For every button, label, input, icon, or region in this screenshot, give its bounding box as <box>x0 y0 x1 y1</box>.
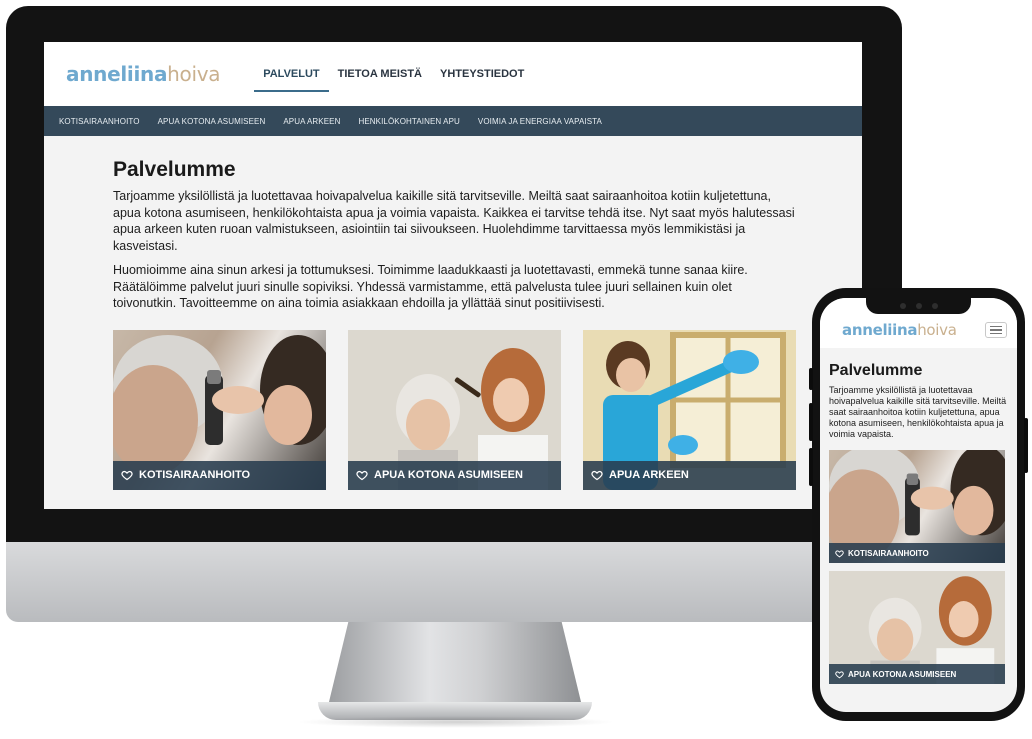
intro-paragraph-1: Tarjoamme yksilöllistä ja luotettavaa ho… <box>113 189 795 253</box>
nav-item-tietoa-meista[interactable]: TIETOA MEISTÄ <box>329 42 431 106</box>
heart-outline-icon <box>835 549 844 557</box>
phone-notch <box>866 298 971 314</box>
nav-item-yhteystiedot[interactable]: YHTEYSTIEDOT <box>431 42 533 106</box>
card-label: KOTISAIRAANHOITO <box>848 548 929 558</box>
card-label: KOTISAIRAANHOITO <box>139 469 251 481</box>
card-label: APUA ARKEEN <box>609 469 689 481</box>
logo-part-2: hoiva <box>167 62 221 86</box>
logo-part-1: anneliina <box>66 62 168 86</box>
mobile-main: Palvelumme Tarjoamme yksilöllistä ja luo… <box>820 348 1017 684</box>
phone-volume-down-button <box>809 448 813 486</box>
intro-paragraph: Tarjoamme yksilöllistä ja luotettavaa ho… <box>829 385 1007 439</box>
imac-shadow <box>296 716 616 728</box>
nav-item-palvelut[interactable]: PALVELUT <box>254 42 330 106</box>
subnav-item-henkilokohtainen-apu[interactable]: HENKILÖKOHTAINEN APU <box>358 117 459 126</box>
hamburger-line <box>990 332 1002 335</box>
card-label: APUA KOTONA ASUMISEEN <box>374 469 523 481</box>
subnav-item-voimia-ja-energiaa[interactable]: VOIMIA JA ENERGIAA VAPAISTA <box>478 117 602 126</box>
subnav-item-apua-kotona-asumiseen[interactable]: APUA KOTONA ASUMISEEN <box>158 117 266 126</box>
intro-paragraph-2: Huomioimme aina sinun arkesi ja tottumuk… <box>113 263 748 310</box>
card-label: APUA KOTONA ASUMISEEN <box>848 669 957 679</box>
subnav-item-apua-arkeen[interactable]: APUA ARKEEN <box>283 117 340 126</box>
logo-part-1: anneliina <box>842 321 918 339</box>
card-caption: KOTISAIRAANHOITO <box>113 460 326 490</box>
imac-stand <box>328 622 582 706</box>
sensor-dot <box>931 303 938 309</box>
sensor-dot <box>915 303 922 309</box>
heart-outline-icon <box>356 470 368 481</box>
page-title: Palvelumme <box>829 362 923 379</box>
camera-dot <box>899 303 906 309</box>
service-card-kotisairaanhoito[interactable]: KOTISAIRAANHOITO <box>113 329 326 490</box>
imac-chin <box>6 542 902 622</box>
phone-mockup: anneliinahoiva Palvelumme Tarjoamme yksi… <box>809 288 1028 721</box>
phone-side-button <box>809 368 813 390</box>
desktop-header: anneliinahoiva PALVELUT TIETOA MEISTÄ YH… <box>44 42 862 106</box>
card-caption: APUA ARKEEN <box>583 460 796 490</box>
service-cards: KOTISAIRAANHOITO APUA KOTONA ASUMISEEN A… <box>113 329 804 490</box>
phone-volume-up-button <box>809 403 813 441</box>
logo-part-2: hoiva <box>917 321 957 339</box>
card-caption: KOTISAIRAANHOITO <box>829 543 1005 563</box>
page-title: Palvelumme <box>113 158 236 181</box>
service-card-kotisairaanhoito[interactable]: KOTISAIRAANHOITO <box>829 450 1005 563</box>
service-card-apua-kotona-asumiseen[interactable]: APUA KOTONA ASUMISEEN <box>348 329 561 490</box>
card-caption: APUA KOTONA ASUMISEEN <box>348 460 561 490</box>
heart-outline-icon <box>591 470 603 481</box>
subnav-item-kotisairaanhoito[interactable]: KOTISAIRAANHOITO <box>59 117 140 126</box>
site-logo[interactable]: anneliinahoiva <box>842 321 957 339</box>
main-nav: PALVELUT TIETOA MEISTÄ YHTEYSTIEDOT <box>254 42 533 106</box>
mobile-screen: anneliinahoiva Palvelumme Tarjoamme yksi… <box>820 298 1017 712</box>
card-caption: APUA KOTONA ASUMISEEN <box>829 664 1005 684</box>
service-card-apua-kotona-asumiseen[interactable]: APUA KOTONA ASUMISEEN <box>829 571 1005 684</box>
hamburger-menu-icon[interactable] <box>985 322 1007 338</box>
imac-bezel: anneliinahoiva PALVELUT TIETOA MEISTÄ YH… <box>6 6 902 542</box>
site-logo[interactable]: anneliinahoiva <box>66 62 221 86</box>
imac-mockup: anneliinahoiva PALVELUT TIETOA MEISTÄ YH… <box>6 6 902 728</box>
hamburger-line <box>990 329 1002 331</box>
hamburger-line <box>990 325 1002 328</box>
desktop-screen: anneliinahoiva PALVELUT TIETOA MEISTÄ YH… <box>44 42 862 509</box>
heart-outline-icon <box>121 470 133 481</box>
service-card-apua-arkeen[interactable]: APUA ARKEEN <box>583 329 796 490</box>
sub-nav: KOTISAIRAANHOITO APUA KOTONA ASUMISEEN A… <box>44 106 862 136</box>
heart-outline-icon <box>835 670 844 678</box>
phone-power-button <box>1024 418 1028 473</box>
desktop-main: Palvelumme Tarjoamme yksilöllistä ja luo… <box>44 136 804 490</box>
